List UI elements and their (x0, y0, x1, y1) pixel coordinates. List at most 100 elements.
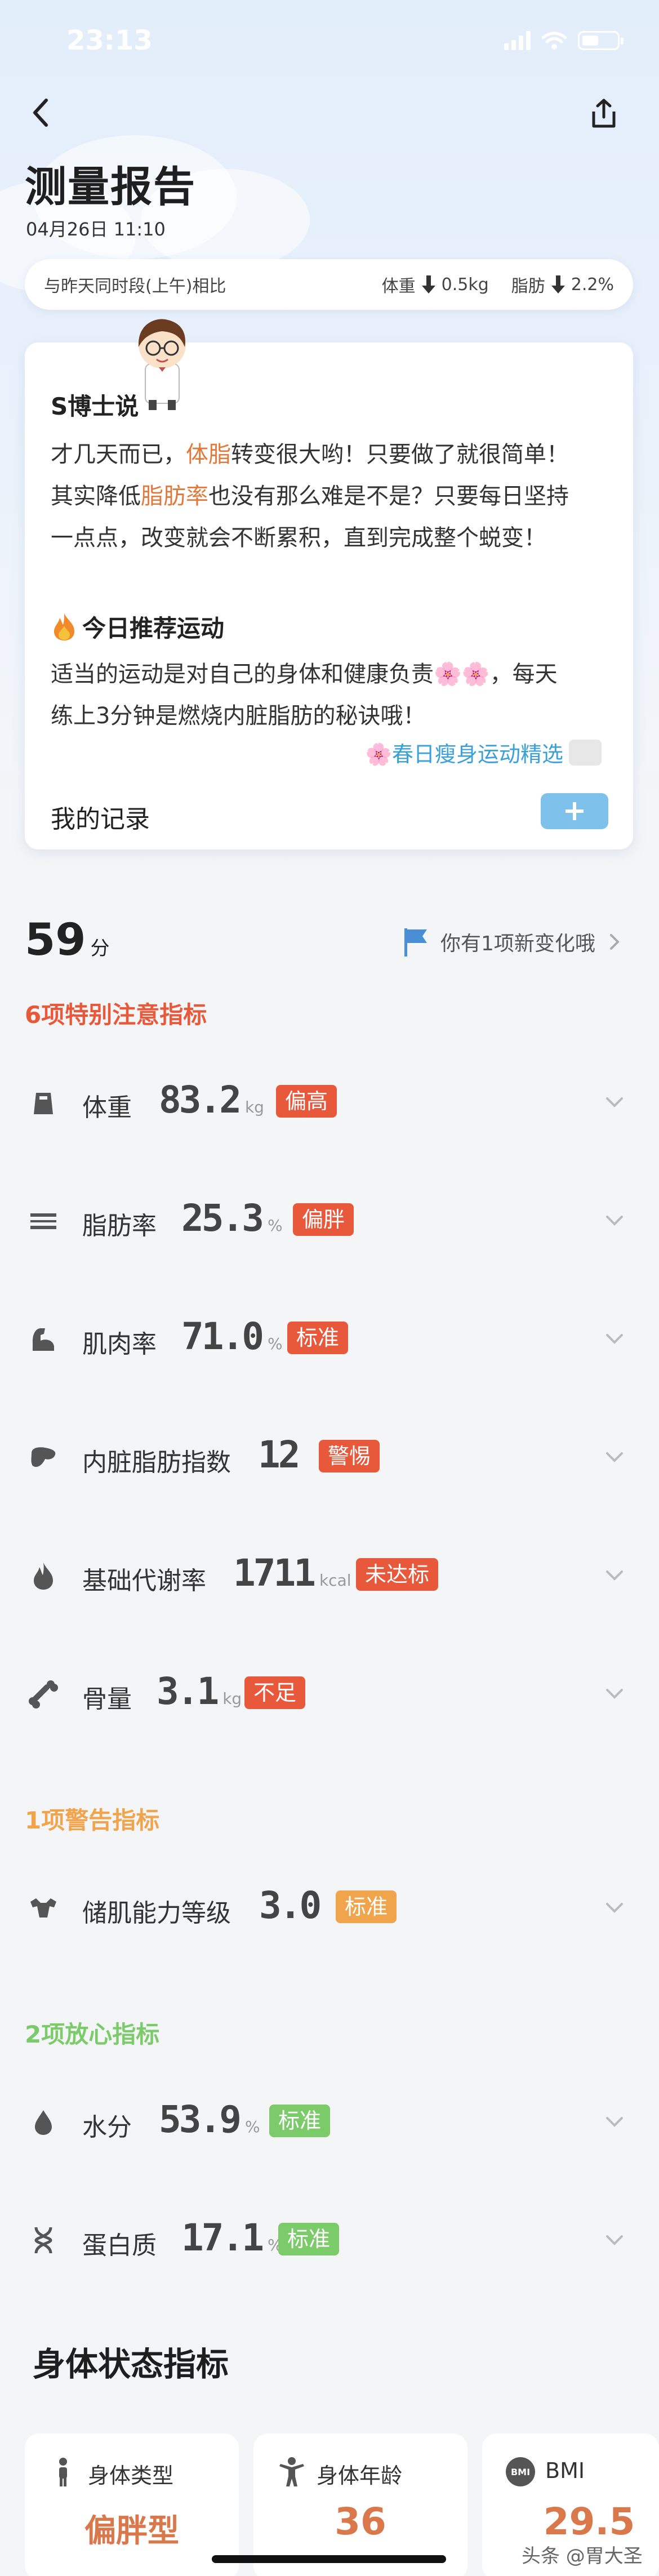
new-changes-link[interactable]: 你有1项新变化哦 (401, 926, 622, 958)
fat-change-value: 2.2% (571, 274, 614, 295)
home-indicator[interactable] (212, 2555, 446, 2563)
chevron-down-icon[interactable] (600, 1680, 629, 1708)
dna-icon (34, 2227, 52, 2254)
status-badge: 标准 (336, 1890, 397, 1923)
comparison-label: 与昨天同时段(上午)相比 (44, 277, 226, 296)
status-badge: 标准 (269, 2105, 331, 2137)
metric-row-muscle-rate[interactable]: 肌肉率 71.0% 标准 (0, 1300, 659, 1413)
health-score: 59 分 (25, 915, 110, 966)
fat-layers-icon (30, 1213, 56, 1229)
wifi-icon (542, 32, 567, 50)
metric-name: 肌肉率 (82, 1330, 157, 1359)
comparison-bar: 与昨天同时段(上午)相比 体重 0.5kg 脂肪 2.2% (25, 259, 633, 310)
status-badge: 标准 (287, 1322, 349, 1354)
chevron-down-icon[interactable] (600, 1207, 629, 1235)
doctor-advice-card: S博士说 才几天而已，体脂转变很大哟！只要做了就很简单！ 其实降低脂肪率也没有那… (25, 342, 633, 849)
metric-row-protein[interactable]: 蛋白质 17.1% 标准 (0, 2201, 659, 2314)
fat-change-label: 脂肪 (511, 277, 545, 296)
metric-row-fat-rate[interactable]: 脂肪率 25.3% 偏胖 (0, 1182, 659, 1294)
arrow-down-icon (421, 275, 435, 293)
page-title: 测量报告 (25, 163, 196, 211)
metric-row-muscle-storage[interactable]: 储肌能力等级 3.0 标准 (0, 1869, 659, 1982)
status-bar: 23:13 (0, 0, 659, 84)
chevron-down-icon[interactable] (600, 1325, 629, 1353)
metric-value: 53.9% (159, 2098, 260, 2141)
attention-group-title: 6项特别注意指标 (25, 1001, 207, 1029)
exercise-link[interactable]: 🌸春日瘦身运动精选 (366, 737, 602, 768)
safe-group-title: 2项放心指标 (25, 2021, 160, 2048)
share-icon[interactable] (586, 96, 622, 132)
muscle-arm-icon (33, 1328, 54, 1351)
svg-text:BMI: BMI (511, 2467, 530, 2477)
figure-arms-icon (279, 2457, 304, 2486)
metric-name: 体重 (82, 1093, 132, 1122)
exercise-link-text: 🌸春日瘦身运动精选 (365, 742, 563, 767)
metric-name: 骨量 (82, 1685, 132, 1714)
signal-icon (504, 31, 531, 50)
doctor-avatar (139, 319, 186, 410)
weight-change: 体重 0.5kg (382, 272, 489, 297)
chevron-right-icon (609, 934, 620, 950)
metric-value: 71.0% (181, 1315, 283, 1358)
organ-icon (31, 1447, 56, 1467)
metric-value: 25.3% (181, 1196, 283, 1240)
chevron-down-icon[interactable] (600, 2226, 629, 2254)
metric-row-visceral-fat[interactable]: 内脏脂肪指数 12 警惕 (0, 1418, 659, 1531)
bmi-value: 29.5 (543, 2500, 635, 2543)
status-badge: 警惕 (319, 1440, 380, 1472)
bmi-label: BMI (545, 2458, 585, 2483)
metric-value: 3.0 (259, 1884, 322, 1927)
bone-icon (29, 1680, 58, 1709)
metric-row-bone-mass[interactable]: 骨量 3.1 kg 不足 (0, 1655, 659, 1768)
chevron-down-icon[interactable] (600, 1088, 629, 1116)
warning-group-title: 1项警告指标 (25, 1807, 160, 1834)
body-age-label: 身体年龄 (317, 2463, 403, 2488)
status-badge: 未达标 (356, 1558, 439, 1591)
metric-name: 水分 (82, 2113, 132, 2142)
exercise-title: 今日推荐运动 (82, 615, 225, 642)
water-drop-icon (35, 2110, 52, 2135)
status-badge: 偏高 (276, 1085, 337, 1118)
watermark: 头条 @胃大圣 (522, 2545, 643, 2568)
person-icon (59, 2458, 67, 2486)
bmi-badge-icon: BMI (506, 2457, 535, 2486)
back-arrow-icon[interactable] (24, 95, 60, 131)
metric-row-water[interactable]: 水分 53.9% 标准 (0, 2083, 659, 2196)
body-type-value: 偏胖型 (84, 2513, 179, 2550)
flag-icon (404, 928, 427, 956)
status-badge: 标准 (278, 2223, 340, 2255)
weight-change-label: 体重 (381, 277, 416, 296)
metric-value: 17.1% (181, 2216, 283, 2259)
metric-name: 脂肪率 (82, 1212, 157, 1240)
doctor-title: S博士说 (51, 393, 139, 420)
fire-icon (54, 613, 74, 640)
metric-name: 储肌能力等级 (82, 1899, 231, 1928)
metric-name: 基础代谢率 (82, 1567, 206, 1595)
metric-value: 83.2 kg (159, 1078, 264, 1122)
fat-change: 脂肪 2.2% (511, 272, 614, 297)
metric-value: 12 (258, 1433, 301, 1476)
body-type-card[interactable]: 身体类型 偏胖型 (25, 2433, 239, 2576)
metric-row-bmr[interactable]: 基础代谢率 1711 kcal 未达标 (0, 1537, 659, 1649)
arrow-down-icon (551, 275, 565, 293)
exercise-header: 今日推荐运动 (51, 609, 224, 644)
chevron-down-icon[interactable] (600, 1894, 629, 1922)
exercise-text: 适当的运动是对自己的身体和健康负责🌸🌸，每天 练上3分钟是燃烧内脏脂肪的秘诀哦！ (51, 661, 558, 729)
status-badge: 不足 (244, 1676, 306, 1709)
plus-icon (566, 802, 584, 820)
body-age-value: 36 (335, 2500, 386, 2543)
chevron-down-icon[interactable] (600, 1561, 629, 1590)
flame-icon (34, 1563, 53, 1590)
body-status-title: 身体状态指标 (33, 2345, 229, 2383)
metric-name: 内脏脂肪指数 (82, 1448, 231, 1477)
weight-change-value: 0.5kg (441, 274, 489, 295)
thumbnail-icon (569, 739, 602, 766)
status-badge: 偏胖 (293, 1203, 354, 1236)
new-changes-text: 你有1项新变化哦 (440, 932, 595, 955)
metric-row-weight[interactable]: 体重 83.2 kg 偏高 (0, 1064, 659, 1176)
body-type-label: 身体类型 (88, 2463, 174, 2488)
chevron-down-icon[interactable] (600, 1443, 629, 1471)
add-record-button[interactable] (541, 793, 608, 829)
chevron-down-icon[interactable] (600, 2108, 629, 2136)
metric-name: 蛋白质 (82, 2231, 157, 2260)
